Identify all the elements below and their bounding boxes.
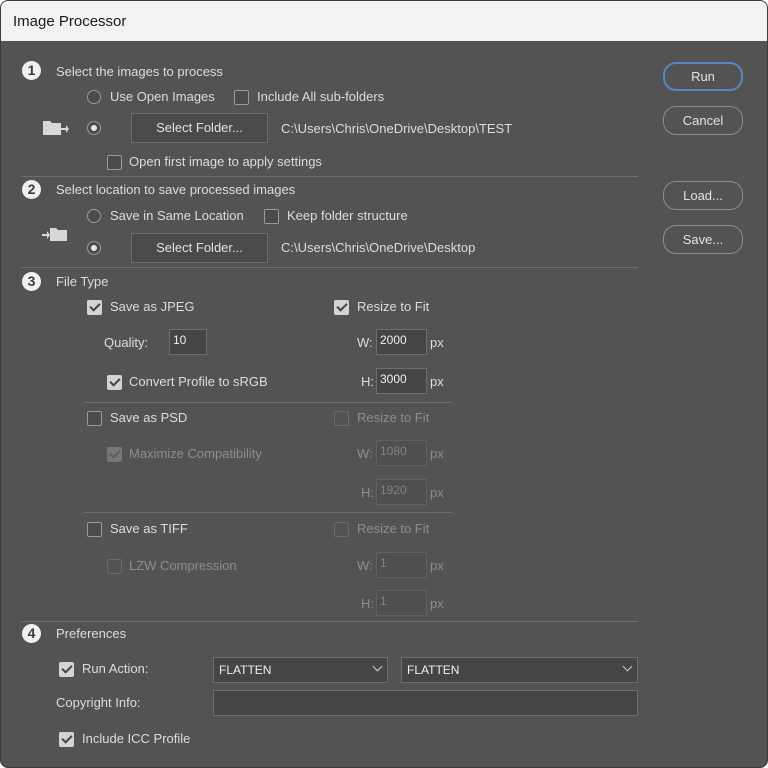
tiff-height-input[interactable]: 1: [376, 590, 427, 616]
tiff-resize-to-fit-label: Resize to Fit: [357, 521, 430, 536]
jpeg-resize-to-fit-checkbox[interactable]: [334, 300, 349, 315]
save-same-location-radio[interactable]: [87, 209, 101, 223]
jpeg-height-input[interactable]: 3000: [376, 368, 427, 394]
run-button[interactable]: Run: [663, 62, 743, 91]
section-1-heading: Select the images to process: [56, 64, 223, 79]
save-same-location-label: Save in Same Location: [110, 208, 244, 223]
use-open-images-label: Use Open Images: [110, 89, 215, 104]
window-title: Image Processor: [13, 13, 127, 30]
select-source-folder-radio[interactable]: [87, 121, 101, 135]
save-as-psd-checkbox[interactable]: [87, 411, 102, 426]
copyright-info-input[interactable]: [213, 690, 638, 716]
save-as-tiff-label: Save as TIFF: [110, 521, 188, 536]
load-button[interactable]: Load...: [663, 181, 743, 210]
select-source-folder-button[interactable]: Select Folder...: [131, 113, 268, 143]
section-4-heading: Preferences: [56, 626, 127, 641]
copyright-info-label: Copyright Info:: [56, 695, 141, 710]
chevron-down-icon: [622, 661, 633, 672]
psd-height-unit: px: [430, 485, 444, 500]
psd-width-label: W:: [357, 446, 373, 461]
tiff-height-label: H:: [361, 596, 374, 611]
convert-srgb-checkbox[interactable]: [107, 375, 122, 390]
jpeg-height-label: H:: [361, 374, 374, 389]
section-2-heading: Select location to save processed images: [56, 182, 296, 197]
convert-srgb-label: Convert Profile to sRGB: [129, 374, 268, 389]
save-as-tiff-checkbox[interactable]: [87, 522, 102, 537]
tiff-width-input[interactable]: 1: [376, 552, 427, 578]
include-subfolders-label: Include All sub-folders: [257, 89, 385, 104]
psd-height-label: H:: [361, 485, 374, 500]
keep-folder-structure-checkbox[interactable]: [264, 209, 279, 224]
action-set-value: FLATTEN: [219, 663, 272, 677]
open-first-image-label: Open first image to apply settings: [129, 154, 322, 169]
title-bar: Image Processor: [1, 1, 767, 41]
step-2-badge: 2: [22, 180, 41, 199]
jpeg-width-label: W:: [357, 335, 373, 350]
psd-height-input[interactable]: 1920: [376, 479, 427, 505]
section-3-heading: File Type: [56, 274, 109, 289]
psd-width-unit: px: [430, 446, 444, 461]
save-as-psd-label: Save as PSD: [110, 410, 188, 425]
source-folder-path: C:\Users\Chris\OneDrive\Desktop\TEST: [281, 121, 513, 136]
divider: [21, 621, 638, 622]
step-3-badge: 3: [22, 272, 41, 291]
maximize-compatibility-checkbox[interactable]: [107, 447, 122, 462]
jpeg-resize-to-fit-label: Resize to Fit: [357, 299, 430, 314]
action-set-select[interactable]: FLATTEN: [213, 657, 388, 683]
run-action-checkbox[interactable]: [59, 662, 74, 677]
action-select[interactable]: FLATTEN: [401, 657, 638, 683]
use-open-images-radio[interactable]: [87, 90, 101, 104]
select-destination-folder-radio[interactable]: [87, 241, 101, 255]
divider: [21, 176, 638, 177]
include-subfolders-checkbox[interactable]: [234, 90, 249, 105]
save-button[interactable]: Save...: [663, 225, 743, 254]
lzw-compression-label: LZW Compression: [129, 558, 237, 573]
step-4-badge: 4: [22, 624, 41, 643]
maximize-compatibility-label: Maximize Compatibility: [129, 446, 262, 461]
run-action-label: Run Action:: [82, 661, 149, 676]
tiff-height-unit: px: [430, 596, 444, 611]
tiff-resize-to-fit-checkbox[interactable]: [334, 522, 349, 537]
divider: [84, 512, 452, 513]
quality-label: Quality:: [104, 335, 149, 350]
lzw-compression-checkbox[interactable]: [107, 559, 122, 574]
step-1-badge: 1: [22, 61, 41, 80]
open-first-image-checkbox[interactable]: [107, 155, 122, 170]
include-icc-profile-label: Include ICC Profile: [82, 731, 191, 746]
tiff-width-label: W:: [357, 558, 373, 573]
chevron-down-icon: [372, 661, 383, 672]
psd-resize-to-fit-label: Resize to Fit: [357, 410, 430, 425]
divider: [84, 402, 452, 403]
cancel-button[interactable]: Cancel: [663, 106, 743, 135]
jpeg-height-unit: px: [430, 374, 444, 389]
image-processor-dialog: Image Processor 1 Select the images to p…: [0, 0, 768, 768]
quality-input[interactable]: 10: [169, 329, 207, 355]
tiff-width-unit: px: [430, 558, 444, 573]
psd-width-input[interactable]: 1080: [376, 440, 427, 466]
psd-resize-to-fit-checkbox[interactable]: [334, 411, 349, 426]
jpeg-width-input[interactable]: 2000: [376, 329, 427, 355]
folder-open-arrow-icon: [43, 121, 69, 135]
select-destination-folder-button[interactable]: Select Folder...: [131, 233, 268, 263]
jpeg-width-unit: px: [430, 335, 444, 350]
destination-folder-path: C:\Users\Chris\OneDrive\Desktop: [281, 240, 476, 255]
include-icc-profile-checkbox[interactable]: [59, 732, 74, 747]
save-to-folder-icon: [42, 228, 67, 241]
save-as-jpeg-label: Save as JPEG: [110, 299, 195, 314]
action-value: FLATTEN: [407, 663, 460, 677]
save-as-jpeg-checkbox[interactable]: [87, 300, 102, 315]
keep-folder-structure-label: Keep folder structure: [287, 208, 408, 223]
divider: [21, 267, 638, 268]
